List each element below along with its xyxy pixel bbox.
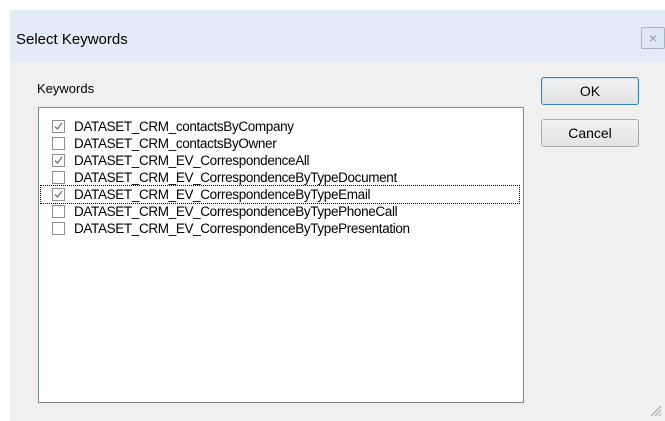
list-item-label: DATASET_CRM_EV_CorrespondenceByTypeEmail — [74, 187, 371, 202]
checkbox[interactable] — [52, 154, 65, 167]
checkbox[interactable] — [52, 222, 65, 235]
keywords-label: Keywords — [37, 81, 95, 96]
list-item[interactable]: DATASET_CRM_EV_CorrespondenceByTypeEmail — [40, 185, 520, 204]
close-icon: × — [648, 30, 658, 46]
check-mark-icon — [54, 156, 63, 164]
check-mark-icon — [54, 190, 63, 198]
list-item-label: DATASET_CRM_EV_CorrespondenceByTypePrese… — [74, 221, 410, 236]
checkbox[interactable] — [52, 137, 65, 150]
list-item[interactable]: DATASET_CRM_EV_CorrespondenceAll — [41, 152, 310, 169]
cancel-button[interactable]: Cancel — [541, 119, 639, 147]
resize-grip-icon[interactable] — [650, 405, 662, 417]
list-item-label: DATASET_CRM_EV_CorrespondenceByTypeDocum… — [74, 170, 397, 185]
list-item-label: DATASET_CRM_contactsByOwner — [74, 136, 277, 151]
checkbox[interactable] — [52, 120, 65, 133]
checkbox[interactable] — [52, 205, 65, 218]
checkbox[interactable] — [52, 171, 65, 184]
title-bar: Select Keywords × — [10, 10, 665, 62]
list-item[interactable]: DATASET_CRM_contactsByOwner — [41, 135, 277, 152]
ok-button[interactable]: OK — [541, 77, 639, 105]
list-item-label: DATASET_CRM_EV_CorrespondenceAll — [74, 153, 310, 168]
list-item[interactable]: DATASET_CRM_EV_CorrespondenceByTypePrese… — [41, 220, 410, 237]
list-item[interactable]: DATASET_CRM_EV_CorrespondenceByTypeDocum… — [41, 169, 397, 186]
list-item[interactable]: DATASET_CRM_EV_CorrespondenceByTypePhone… — [41, 203, 398, 220]
close-button[interactable]: × — [641, 27, 665, 49]
check-mark-icon — [54, 122, 63, 130]
select-keywords-dialog: Select Keywords × Keywords DATASET_CRM_c… — [10, 10, 665, 421]
keywords-checklist[interactable]: DATASET_CRM_contactsByCompany DATASET_CR… — [38, 107, 524, 403]
list-item-label: DATASET_CRM_EV_CorrespondenceByTypePhone… — [74, 204, 398, 219]
checkbox[interactable] — [52, 188, 65, 201]
dialog-title: Select Keywords — [16, 31, 128, 48]
list-item[interactable]: DATASET_CRM_contactsByCompany — [41, 118, 294, 135]
list-item-label: DATASET_CRM_contactsByCompany — [74, 119, 294, 134]
